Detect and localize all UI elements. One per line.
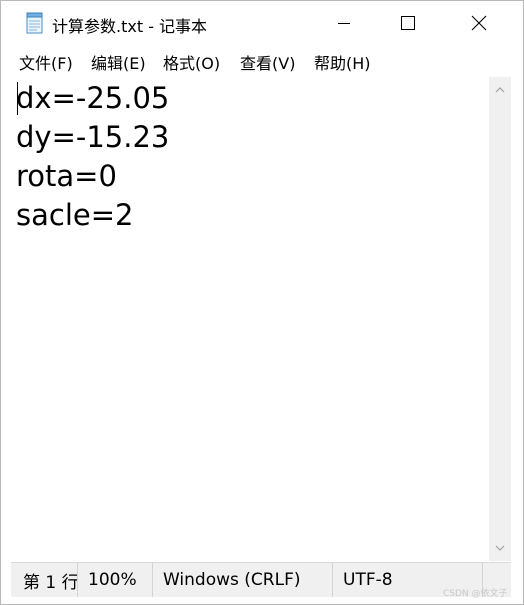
status-cursor-position: 第 1 行 [23,572,79,593]
status-encoding: UTF-8 [343,570,393,590]
notepad-icon [26,12,43,34]
editor-content[interactable]: dx=-25.05 dy=-15.23 rota=0 sacle=2 [16,79,169,235]
maximize-icon [401,16,415,30]
chevron-up-icon [495,87,505,93]
maximize-button[interactable] [373,1,443,45]
scroll-up-button[interactable] [489,79,511,101]
status-line-ending: Windows (CRLF) [163,570,301,590]
close-button[interactable] [444,1,514,45]
chevron-down-icon [495,545,505,551]
notepad-window: 计算参数.txt - 记事本 文件(F) 编辑(E) 格式(O) 查看(V) 帮… [0,0,524,605]
status-divider [332,563,333,597]
status-divider [152,563,153,597]
menu-bar: 文件(F) 编辑(E) 格式(O) 查看(V) 帮助(H) [1,47,523,75]
menu-edit[interactable]: 编辑(E) [91,50,146,74]
menu-view[interactable]: 查看(V) [240,50,295,74]
minimize-button[interactable] [309,1,379,45]
text-caret [17,82,18,115]
text-editor[interactable]: dx=-25.05 dy=-15.23 rota=0 sacle=2 [11,77,488,561]
vertical-scrollbar[interactable] [489,77,511,561]
title-bar[interactable]: 计算参数.txt - 记事本 [1,1,523,45]
window-title: 计算参数.txt - 记事本 [52,17,208,36]
status-divider [77,563,78,597]
scroll-down-button[interactable] [489,537,511,559]
menu-format[interactable]: 格式(O) [163,50,220,74]
close-icon [471,15,487,31]
menu-file[interactable]: 文件(F) [19,50,73,74]
watermark: CSDN @依文子 [443,589,508,599]
menu-help[interactable]: 帮助(H) [314,50,371,74]
minimize-icon [338,23,350,24]
status-bar: 第 1 行 100% Windows (CRLF) UTF-8 [11,562,511,597]
status-zoom: 100% [88,570,137,590]
